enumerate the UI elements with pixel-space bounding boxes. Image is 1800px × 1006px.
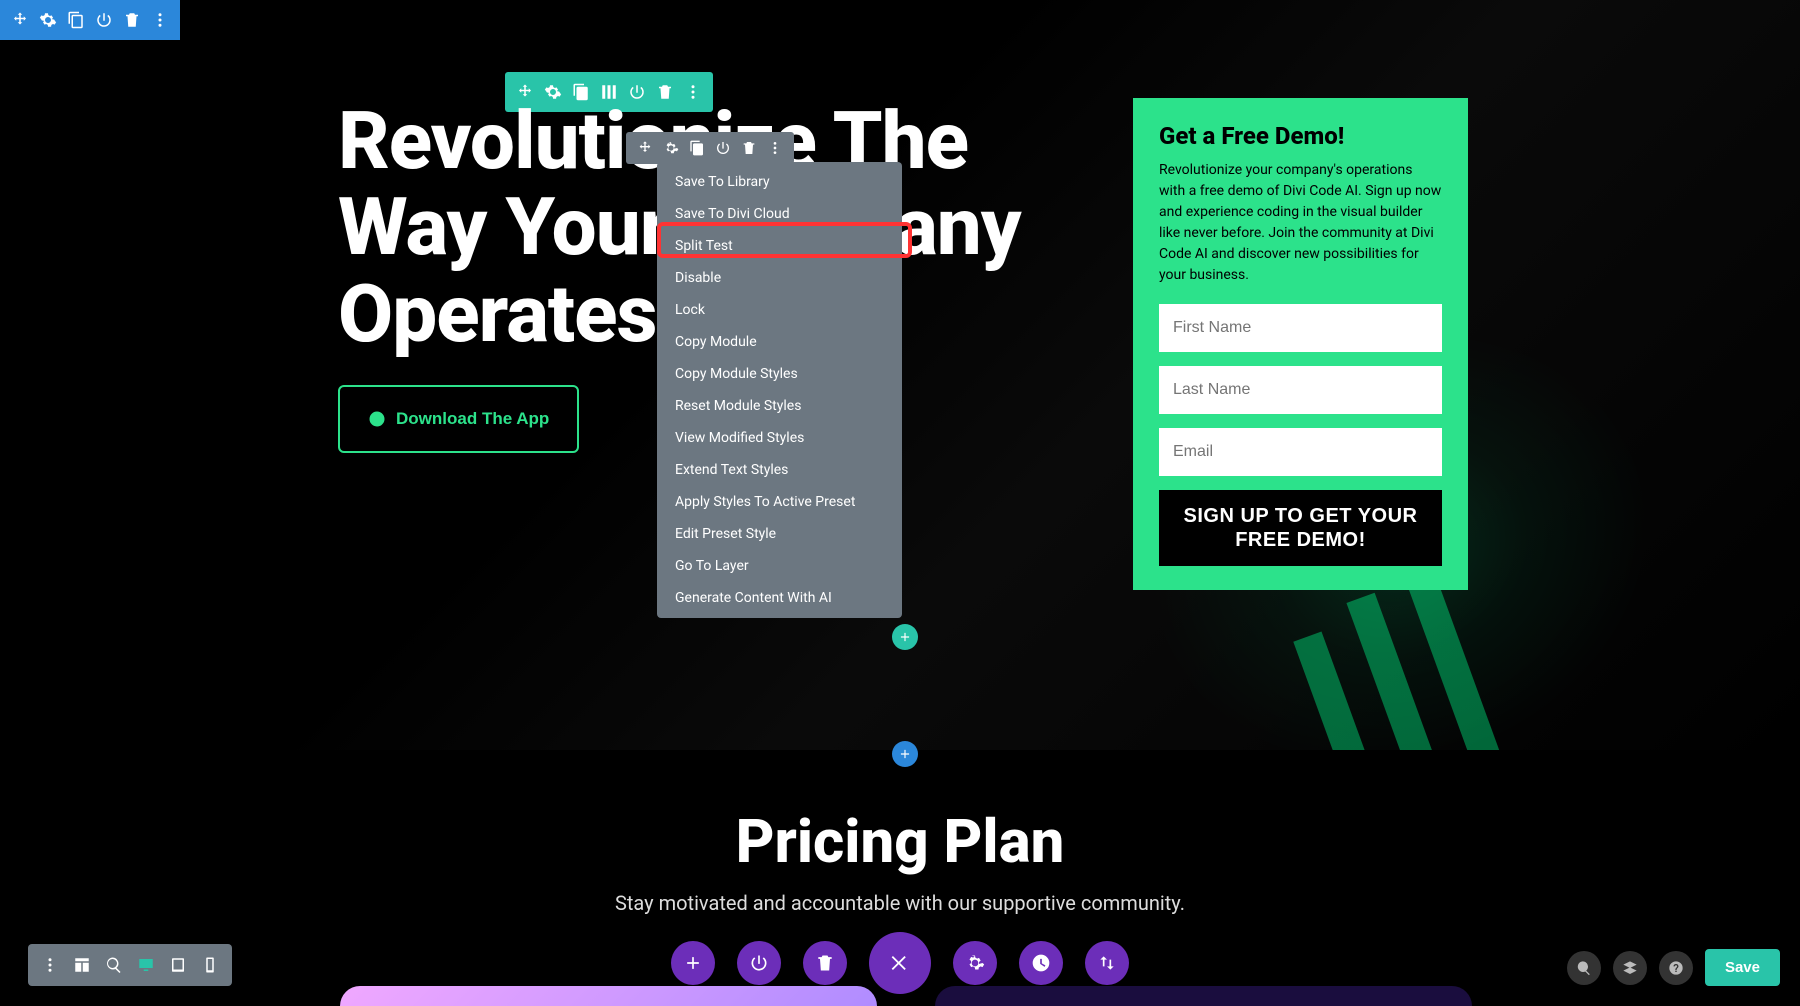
cm-extend-text-styles[interactable]: Extend Text Styles — [657, 454, 902, 486]
add-row-button[interactable] — [892, 624, 918, 650]
cm-lock[interactable]: Lock — [657, 294, 902, 326]
duplicate-icon[interactable] — [62, 0, 90, 40]
signup-button[interactable]: SIGN UP TO GET YOUR FREE DEMO! — [1159, 490, 1442, 566]
trash-icon[interactable] — [118, 0, 146, 40]
trash-icon[interactable] — [803, 941, 847, 985]
close-builder-button[interactable] — [869, 932, 931, 994]
download-button-label: Download The App — [396, 409, 549, 429]
email-field[interactable] — [1159, 428, 1442, 476]
wireframe-view-icon[interactable] — [66, 944, 98, 986]
trash-icon[interactable] — [736, 132, 762, 164]
search-icon[interactable] — [1567, 951, 1601, 985]
cm-generate-content-ai[interactable]: Generate Content With AI — [657, 582, 902, 614]
more-icon[interactable] — [762, 132, 788, 164]
pricing-title: Pricing Plan — [0, 806, 1800, 877]
bg-stripe — [1293, 632, 1396, 750]
add-button[interactable] — [671, 941, 715, 985]
module-toolbar — [626, 132, 794, 164]
demo-title: Get a Free Demo! — [1159, 122, 1442, 150]
layers-icon[interactable] — [1613, 951, 1647, 985]
save-button[interactable]: Save — [1705, 949, 1780, 986]
cm-edit-preset-style[interactable]: Edit Preset Style — [657, 518, 902, 550]
cm-reset-module-styles[interactable]: Reset Module Styles — [657, 390, 902, 422]
phone-view-icon[interactable] — [194, 944, 226, 986]
cm-copy-module-styles[interactable]: Copy Module Styles — [657, 358, 902, 390]
download-icon — [368, 410, 386, 428]
settings-icon[interactable] — [953, 941, 997, 985]
download-app-button[interactable]: Download The App — [338, 385, 579, 453]
demo-body: Revolutionize your company's operations … — [1159, 160, 1442, 286]
cm-save-to-library[interactable]: Save To Library — [657, 166, 902, 198]
first-name-field[interactable] — [1159, 304, 1442, 352]
power-icon[interactable] — [737, 941, 781, 985]
cm-disable[interactable]: Disable — [657, 262, 902, 294]
pricing-subtitle: Stay motivated and accountable with our … — [0, 891, 1800, 915]
cm-apply-styles-to-preset[interactable]: Apply Styles To Active Preset — [657, 486, 902, 518]
pricing-section: Pricing Plan Stay motivated and accounta… — [0, 806, 1800, 915]
add-section-button[interactable] — [892, 741, 918, 767]
section-toolbar — [0, 0, 180, 40]
power-icon[interactable] — [90, 0, 118, 40]
bottom-right-controls: Save — [1567, 949, 1780, 986]
bg-stripe — [1346, 593, 1463, 750]
duplicate-icon[interactable] — [684, 132, 710, 164]
cm-go-to-layer[interactable]: Go To Layer — [657, 550, 902, 582]
cm-split-test[interactable]: Split Test — [657, 230, 902, 262]
move-icon[interactable] — [6, 0, 34, 40]
view-toolbar — [28, 944, 232, 986]
cm-save-to-divi-cloud[interactable]: Save To Divi Cloud — [657, 198, 902, 230]
power-icon[interactable] — [710, 132, 736, 164]
more-icon[interactable] — [146, 0, 174, 40]
demo-form-card: Get a Free Demo! Revolutionize your comp… — [1133, 98, 1468, 590]
desktop-view-icon[interactable] — [130, 944, 162, 986]
cm-copy-module[interactable]: Copy Module — [657, 326, 902, 358]
module-context-menu: Save To Library Save To Divi Cloud Split… — [657, 162, 902, 618]
tablet-view-icon[interactable] — [162, 944, 194, 986]
gear-icon[interactable] — [34, 0, 62, 40]
zoom-icon[interactable] — [98, 944, 130, 986]
help-icon[interactable] — [1659, 951, 1693, 985]
sort-icon[interactable] — [1085, 941, 1129, 985]
more-icon[interactable] — [34, 944, 66, 986]
move-icon[interactable] — [632, 132, 658, 164]
last-name-field[interactable] — [1159, 366, 1442, 414]
builder-toolbar — [671, 932, 1129, 994]
cm-view-modified-styles[interactable]: View Modified Styles — [657, 422, 902, 454]
history-icon[interactable] — [1019, 941, 1063, 985]
gear-icon[interactable] — [658, 132, 684, 164]
